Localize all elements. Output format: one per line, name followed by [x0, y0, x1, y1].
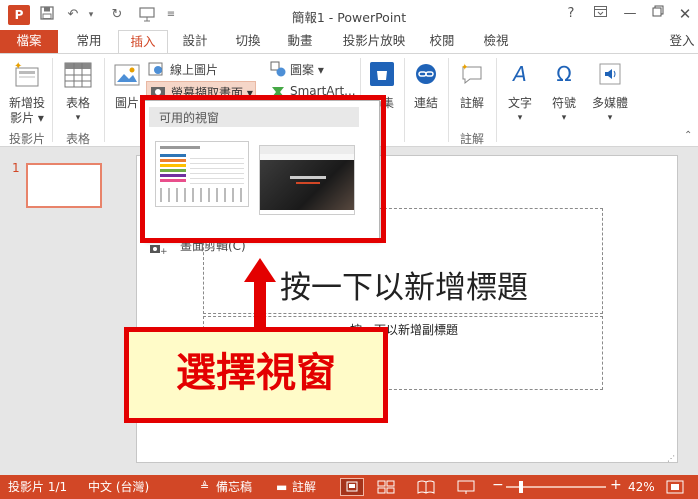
slide-counter: 投影片 1/1	[8, 480, 68, 494]
tab-design[interactable]: 設計	[172, 30, 218, 53]
group-label-comments: 註解	[459, 132, 484, 146]
close-icon[interactable]: ✕	[672, 3, 698, 25]
text-label: 文字	[507, 96, 532, 110]
zoom-slider-thumb[interactable]	[519, 481, 523, 493]
tab-transitions[interactable]: 切換	[226, 30, 270, 53]
svg-text:✦: ✦	[14, 61, 22, 72]
group-separator	[404, 58, 405, 142]
status-bar: 投影片 1/1 中文 (台灣) ≜ 備忘稿 ▬ 註解 − + 42%	[0, 475, 698, 499]
help-icon[interactable]: ?	[558, 3, 584, 25]
slide-thumbnail[interactable]	[26, 163, 102, 208]
symbols-label: 符號	[551, 96, 576, 110]
speaker-icon	[598, 62, 622, 86]
pictures-label: 圖片	[114, 96, 139, 110]
group-separator	[104, 58, 105, 142]
arrow-up-icon	[244, 258, 276, 332]
text-button[interactable]: A 文字 ▾	[500, 58, 540, 128]
online-pictures-label: 線上圖片	[170, 63, 219, 77]
text-dropdown-icon: ▾	[517, 113, 523, 123]
shapes-icon	[270, 61, 286, 77]
links-icon	[414, 62, 438, 86]
media-dropdown-icon: ▾	[607, 113, 613, 123]
zoom-out-icon[interactable]: −	[492, 478, 504, 492]
notes-icon: ≜	[200, 480, 210, 493]
tab-home[interactable]: 常用	[64, 30, 114, 53]
notes-button[interactable]: 備忘稿	[216, 480, 252, 494]
tab-animations[interactable]: 動畫	[278, 30, 322, 53]
title-bar: P ↶ ▾ ↻ ≡ 簡報1 - PowerPoint ? — ✕	[0, 0, 698, 30]
new-slide-label-line1: 新增投	[8, 96, 45, 110]
pictures-button[interactable]: 圖片	[110, 58, 144, 114]
zoom-level[interactable]: 42%	[628, 480, 655, 494]
online-pictures-icon	[148, 61, 164, 77]
online-pictures-button[interactable]: 線上圖片	[148, 60, 248, 78]
annotation-text: 選擇視窗	[176, 350, 336, 396]
links-label: 連結	[413, 96, 438, 110]
omega-icon: Ω	[556, 62, 572, 86]
new-slide-label-line2: 影片 ▾	[10, 111, 44, 125]
group-separator	[496, 58, 497, 142]
table-dropdown-icon: ▾	[75, 113, 81, 123]
text-icon: A	[513, 62, 527, 86]
tab-view[interactable]: 檢視	[474, 30, 518, 53]
group-label-tables: 表格	[65, 132, 90, 146]
slide-show-button[interactable]	[456, 479, 476, 495]
annotation-callout: 選擇視窗	[124, 327, 388, 423]
slide-sorter-button[interactable]	[376, 479, 396, 495]
slide-thumbnail-pane: 1	[0, 147, 118, 475]
highlight-box	[140, 95, 386, 243]
tab-slide-show[interactable]: 投影片放映	[332, 30, 416, 53]
tab-review[interactable]: 校閱	[420, 30, 464, 53]
comments-icon: ▬	[276, 480, 288, 494]
reading-view-button[interactable]	[416, 479, 436, 495]
group-separator	[52, 58, 53, 142]
symbols-dropdown-icon: ▾	[561, 113, 567, 123]
resize-handle-icon[interactable]: ⋰	[667, 454, 675, 463]
language-indicator[interactable]: 中文 (台灣)	[88, 480, 149, 494]
comments-button[interactable]: 註解	[292, 480, 316, 494]
table-label: 表格	[65, 96, 90, 110]
shapes-label: 圖案 ▾	[290, 63, 324, 77]
fit-slide-button[interactable]	[664, 479, 686, 495]
symbols-button[interactable]: Ω 符號 ▾	[544, 58, 584, 128]
normal-view-button[interactable]	[340, 478, 364, 496]
tab-file[interactable]: 檔案	[0, 30, 58, 53]
restore-icon[interactable]	[645, 3, 671, 25]
ribbon-tab-row: 檔案 常用 插入 設計 切換 動畫 投影片放映 校閱 檢視 登入	[0, 30, 698, 53]
store-icon	[370, 62, 394, 86]
new-slide-button[interactable]: ✦ 新增投 影片 ▾	[6, 58, 48, 128]
comment-icon: ✦	[460, 62, 484, 86]
comment-label: 註解	[459, 96, 484, 110]
collapse-ribbon-icon[interactable]: ⌃	[684, 130, 694, 141]
sign-in-link[interactable]: 登入	[666, 30, 698, 53]
slide-number: 1	[12, 161, 20, 175]
new-slide-icon: ✦	[12, 60, 42, 90]
zoom-in-icon[interactable]: +	[610, 478, 622, 492]
screen-clipping-icon: +	[149, 243, 168, 257]
shapes-button[interactable]: 圖案 ▾	[270, 60, 350, 78]
svg-text:✦: ✦	[461, 63, 469, 73]
ribbon-display-options-icon[interactable]	[587, 3, 613, 25]
minimize-icon[interactable]: —	[617, 3, 643, 25]
tab-insert[interactable]: 插入	[118, 30, 168, 53]
table-button[interactable]: 表格 ▾	[58, 58, 98, 128]
pictures-icon	[114, 62, 142, 88]
comment-button[interactable]: ✦ 註解	[452, 58, 492, 114]
media-label: 多媒體	[591, 96, 628, 110]
table-icon	[64, 62, 92, 88]
group-separator	[448, 58, 449, 142]
group-label-slides: 投影片	[8, 132, 45, 146]
svg-text:+: +	[160, 247, 167, 255]
media-button[interactable]: 多媒體 ▾	[588, 58, 632, 128]
links-button[interactable]: 連結	[408, 58, 444, 114]
